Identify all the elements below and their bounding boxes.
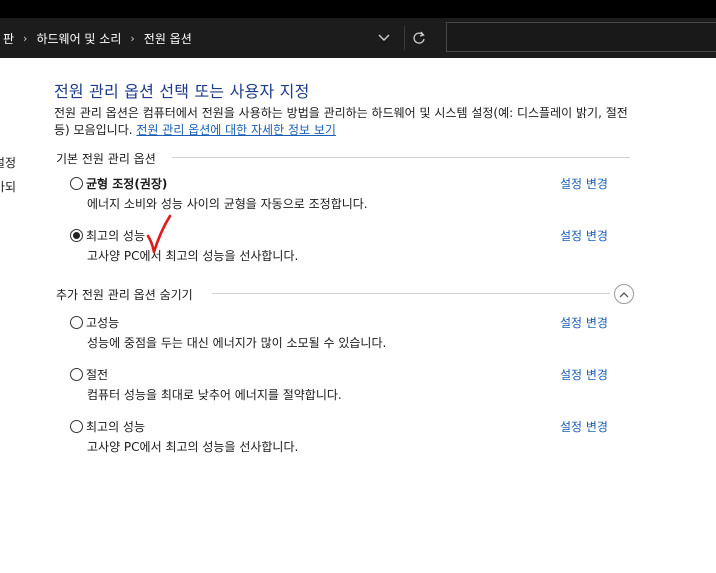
plan-description: 에너지 소비와 성능 사이의 균형을 자동으로 조정합니다. (87, 197, 368, 211)
nav-pane-cut-item[interactable]: 가되 (0, 178, 16, 195)
radio-power-saver[interactable] (70, 367, 83, 381)
extra-section-title: 추가 전원 관리 옵션 숨기기 (56, 288, 193, 302)
plan-description: 성능에 중점을 두는 대신 에너지가 많이 소모될 수 있습니다. (87, 336, 387, 350)
change-settings-link[interactable]: 설정 변경 (560, 366, 608, 383)
breadcrumb-item-hardware-sound[interactable]: 하드웨어 및 소리 (33, 30, 124, 47)
refresh-icon (412, 31, 425, 44)
radio-high-performance[interactable] (70, 315, 83, 329)
collapse-extra-button[interactable] (614, 284, 634, 304)
plan-name: 균형 조정(권장) (86, 176, 168, 191)
refresh-button[interactable] (404, 26, 432, 50)
change-settings-link[interactable]: 설정 변경 (560, 314, 608, 331)
plan-name: 절전 (86, 367, 109, 382)
change-settings-link[interactable]: 설정 변경 (560, 175, 608, 192)
chevron-up-icon (619, 291, 629, 297)
radio-balanced[interactable] (70, 176, 83, 190)
plan-name: 최고의 성능 (86, 419, 146, 434)
breadcrumb-separator-icon: › (130, 31, 135, 45)
plan-high-performance: 고성능 성능에 중점을 두는 대신 에너지가 많이 소모될 수 있습니다. 설정… (70, 313, 630, 351)
basic-section-header: 기본 전원 관리 옵션 (56, 150, 156, 167)
plan-balanced: 균형 조정(권장) 에너지 소비와 성능 사이의 균형을 자동으로 조정합니다.… (70, 174, 630, 212)
change-settings-link[interactable]: 설정 변경 (560, 227, 608, 244)
radio-ultimate-performance-2[interactable] (70, 419, 83, 433)
address-dropdown-button[interactable] (372, 26, 396, 50)
section-divider (212, 293, 610, 294)
extra-section-header: 추가 전원 관리 옵션 숨기기 (56, 286, 193, 303)
plan-name: 고성능 (86, 315, 120, 330)
more-info-link[interactable]: 전원 관리 옵션에 대한 자세한 정보 보기 (136, 123, 336, 137)
plan-description: 컴퓨터 성능을 최대로 낮추어 에너지를 절약합니다. (87, 388, 342, 402)
page-description: 전원 관리 옵션은 컴퓨터에서 전원을 사용하는 방법을 관리하는 하드웨어 및… (54, 105, 634, 139)
breadcrumb-separator-icon: › (23, 31, 28, 45)
plan-description: 고사양 PC에서 최고의 성능을 선사합니다. (87, 440, 299, 454)
breadcrumb-item-control-panel[interactable]: 판 (0, 30, 17, 47)
plan-name: 최고의 성능 (86, 228, 146, 243)
change-settings-link[interactable]: 설정 변경 (560, 418, 608, 435)
page-title: 전원 관리 옵션 선택 또는 사용자 지정 (54, 82, 310, 101)
breadcrumb-item-power-options[interactable]: 전원 옵션 (141, 30, 195, 47)
section-divider (172, 157, 630, 158)
chevron-down-icon (378, 34, 390, 41)
nav-pane-cut-item[interactable]: 설정 (0, 154, 16, 171)
breadcrumb: 판 › 하드웨어 및 소리 › 전원 옵션 (0, 26, 195, 50)
red-checkmark-annotation (146, 214, 172, 254)
plan-power-saver: 절전 컴퓨터 성능을 최대로 낮추어 에너지를 절약합니다. 설정 변경 (70, 365, 630, 403)
search-input[interactable] (446, 22, 716, 52)
radio-ultimate-performance[interactable] (70, 228, 83, 242)
basic-section-title: 기본 전원 관리 옵션 (56, 152, 156, 166)
window-top-strip (0, 0, 716, 18)
plan-ultimate-performance-2: 최고의 성능 고사양 PC에서 최고의 성능을 선사합니다. 설정 변경 (70, 417, 630, 455)
